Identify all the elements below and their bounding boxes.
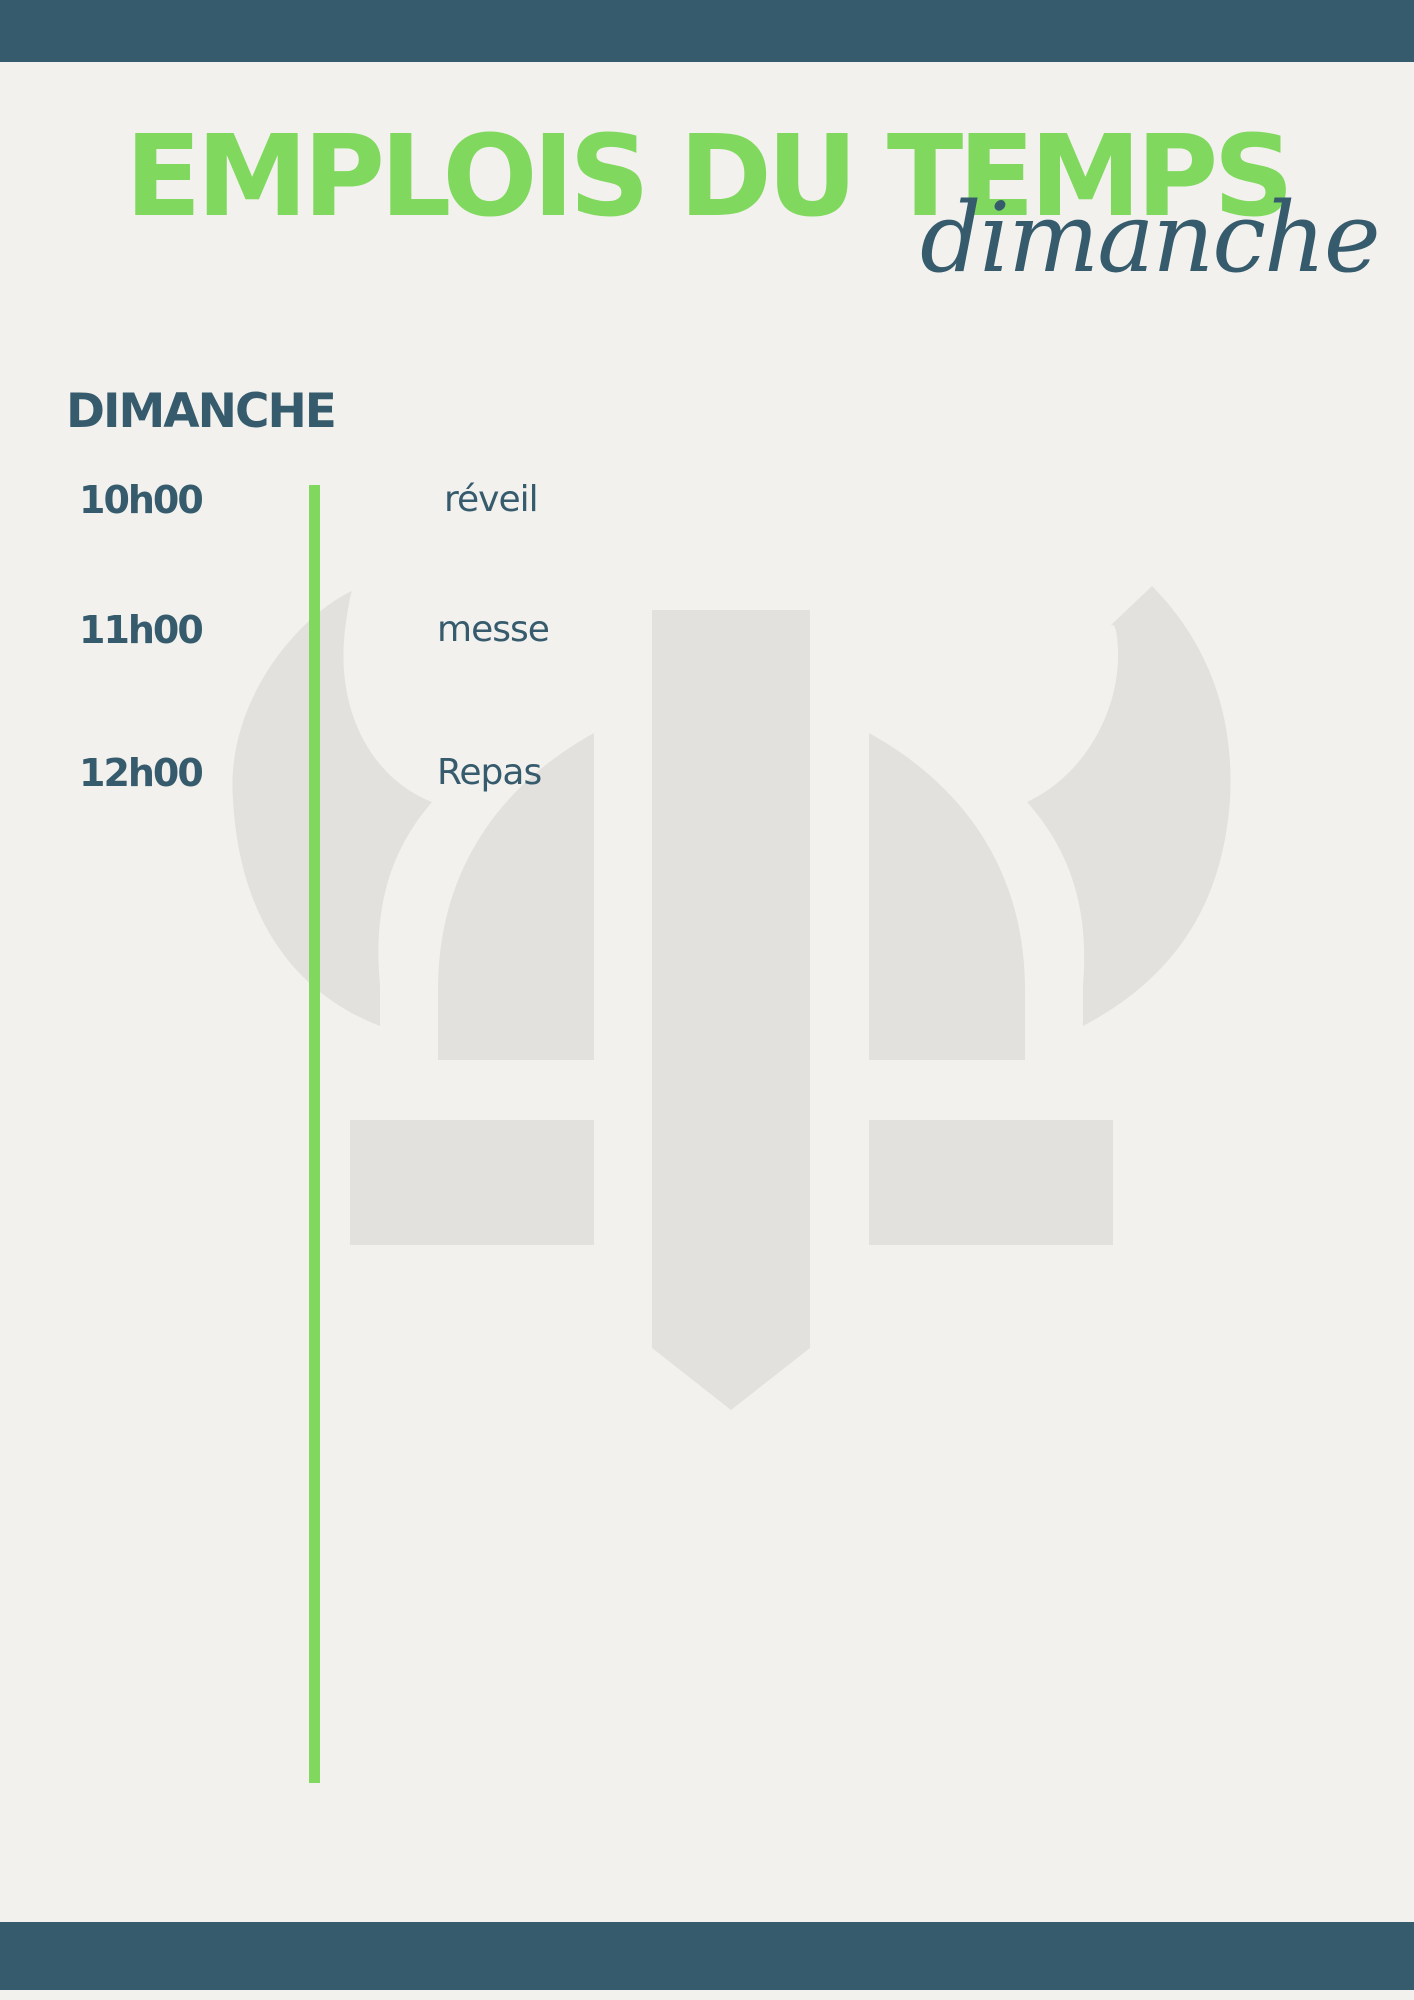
left-horn-shape bbox=[232, 591, 432, 1026]
sword-blade-shape bbox=[652, 610, 810, 1410]
schedule-activity: messe bbox=[437, 609, 550, 650]
schedule-time: 10h00 bbox=[79, 478, 204, 522]
schedule-row: 10h00 réveil bbox=[0, 475, 1414, 525]
day-heading: DIMANCHE bbox=[66, 384, 337, 439]
crossguard-left bbox=[350, 1120, 594, 1245]
schedule-activity: Repas bbox=[437, 752, 542, 793]
schedule-activity: réveil bbox=[444, 479, 539, 520]
bottom-band bbox=[0, 1922, 1414, 1990]
top-band bbox=[0, 0, 1414, 62]
schedule-row: 12h00 Repas bbox=[0, 748, 1414, 798]
crossguard-right bbox=[869, 1120, 1113, 1245]
timeline-bar bbox=[309, 485, 320, 1783]
schedule-time: 12h00 bbox=[79, 751, 204, 795]
schedule-time: 11h00 bbox=[79, 608, 204, 652]
viking-helmet-logo-watermark bbox=[232, 586, 1231, 1410]
schedule-row: 11h00 messe bbox=[0, 605, 1414, 655]
page-subtitle-script: dimanche bbox=[920, 182, 1381, 294]
